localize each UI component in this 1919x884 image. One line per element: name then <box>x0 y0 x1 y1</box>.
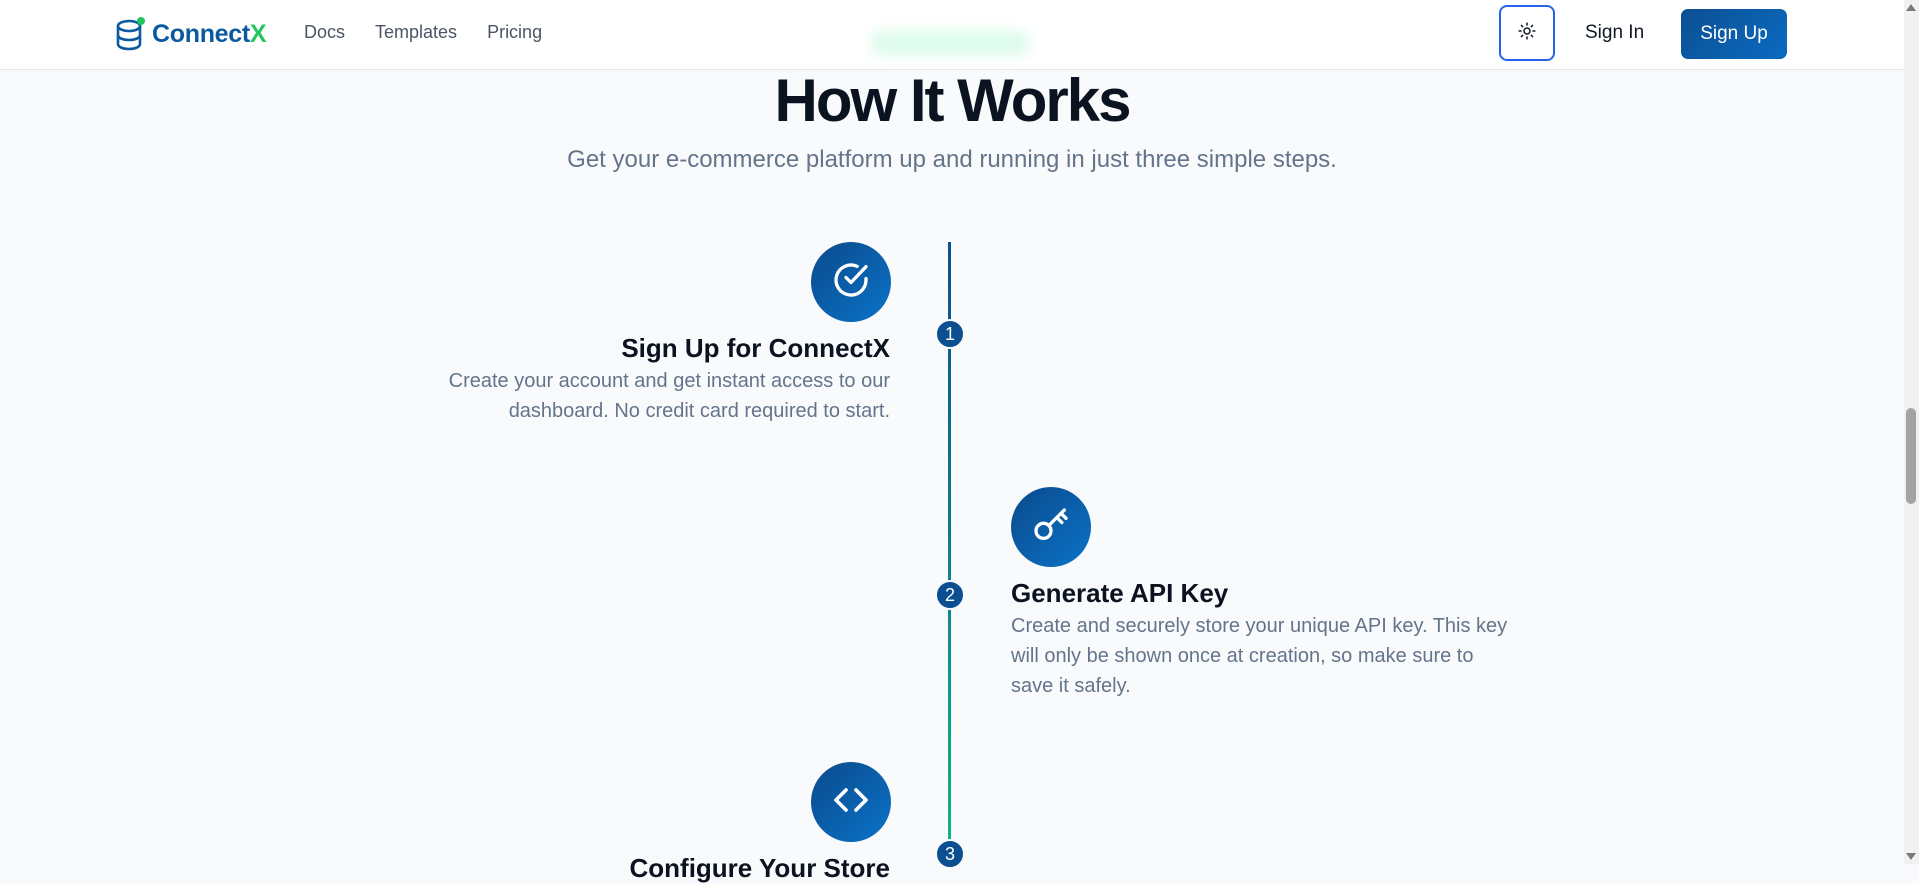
step-3-icon-badge <box>811 762 891 842</box>
scrollbar-thumb[interactable] <box>1906 408 1916 504</box>
database-icon <box>116 17 146 51</box>
step-1-description: Create your account and get instant acce… <box>448 370 890 422</box>
scroll-up-arrow-icon[interactable] <box>1906 4 1916 11</box>
key-icon <box>1031 505 1071 550</box>
sun-icon <box>1518 21 1536 45</box>
nav-docs[interactable]: Docs <box>304 22 345 43</box>
step-1-title: Sign Up for ConnectX <box>621 333 890 363</box>
section-subtitle: Get your e-commerce platform up and runn… <box>567 146 1337 173</box>
step-2-title: Generate API Key <box>1011 578 1229 608</box>
step-1-number: 1 <box>935 319 965 349</box>
theme-toggle-button[interactable] <box>1499 5 1555 61</box>
step-1-icon-badge <box>811 242 891 322</box>
announcement-pill <box>870 30 1030 56</box>
step-2-number: 2 <box>935 580 965 610</box>
check-circle-icon <box>831 260 871 305</box>
code-icon <box>831 780 871 825</box>
logo-text: ConnectX <box>152 19 267 48</box>
step-2-icon-badge <box>1011 487 1091 567</box>
nav-pricing[interactable]: Pricing <box>487 22 542 43</box>
main-nav: Docs Templates Pricing <box>304 22 542 43</box>
logo[interactable]: ConnectX <box>116 14 267 54</box>
sign-in-link[interactable]: Sign In <box>1585 22 1644 44</box>
step-3-number: 3 <box>935 839 965 869</box>
step-2-description: Create and securely store your unique AP… <box>1011 615 1508 697</box>
scroll-down-arrow-icon[interactable] <box>1906 853 1916 860</box>
section-title: How It Works <box>774 67 1132 134</box>
site-header: ConnectX Docs Templates Pricing Sign In … <box>0 0 1904 70</box>
nav-templates[interactable]: Templates <box>375 22 457 43</box>
sign-up-button[interactable]: Sign Up <box>1681 9 1787 59</box>
step-3-title: Configure Your Store <box>629 853 891 883</box>
